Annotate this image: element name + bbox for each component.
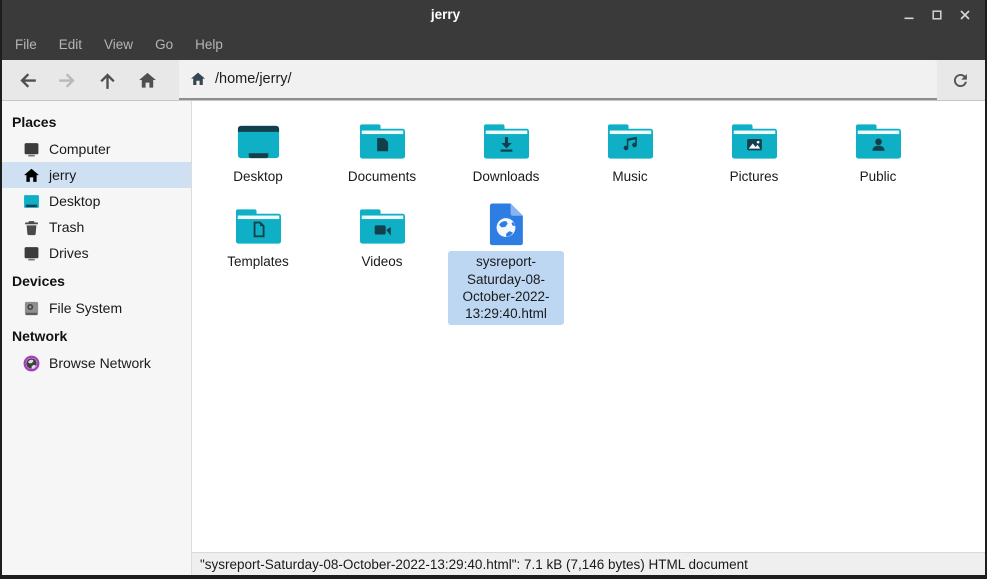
file-item-sysreport-saturday-08-october-2022-13-29[interactable]: sysreport-Saturday-08-October-2022-13:29… xyxy=(444,195,568,325)
up-button[interactable] xyxy=(89,63,125,97)
statusbar-text: "sysreport-Saturday-08-October-2022-13:2… xyxy=(200,557,748,572)
html-file-icon xyxy=(488,195,525,247)
desktop-screen-icon xyxy=(23,193,40,210)
home-icon xyxy=(138,71,157,90)
minimize-button[interactable] xyxy=(895,2,923,28)
menu-item-go[interactable]: Go xyxy=(144,30,184,60)
sidebar-item-label: Browse Network xyxy=(49,355,151,371)
file-item-public[interactable]: Public xyxy=(816,110,940,188)
file-label: Documents xyxy=(342,166,422,188)
sidebar-item-label: File System xyxy=(49,300,122,316)
reload-icon xyxy=(951,71,970,90)
home-button[interactable] xyxy=(129,63,165,97)
file-manager-window: jerry FileEditViewGoHelp /home/jerry/ Pl… xyxy=(0,0,987,579)
file-label: Desktop xyxy=(227,166,289,188)
file-item-templates[interactable]: Templates xyxy=(196,195,320,325)
main-panel: Desktop Documents Downloads Music Pictur… xyxy=(192,101,985,575)
file-label: Pictures xyxy=(724,166,785,188)
folder-downloads-icon xyxy=(483,110,530,162)
network-globe-icon xyxy=(23,355,40,372)
home-icon xyxy=(190,71,206,87)
file-item-music[interactable]: Music xyxy=(568,110,692,188)
file-item-pictures[interactable]: Pictures xyxy=(692,110,816,188)
file-label: sysreport-Saturday-08-October-2022-13:29… xyxy=(448,251,564,325)
reload-button[interactable] xyxy=(943,63,977,97)
sidebar-item-file-system[interactable]: File System xyxy=(2,295,191,321)
folder-documents-icon xyxy=(359,110,406,162)
sidebar-item-browse-network[interactable]: Browse Network xyxy=(2,350,191,376)
folder-desktop-icon xyxy=(235,110,282,162)
file-item-videos[interactable]: Videos xyxy=(320,195,444,325)
file-item-documents[interactable]: Documents xyxy=(320,110,444,188)
trash-icon xyxy=(23,219,40,236)
minimize-icon xyxy=(901,7,917,23)
statusbar: "sysreport-Saturday-08-October-2022-13:2… xyxy=(192,552,985,575)
sidebar-item-desktop[interactable]: Desktop xyxy=(2,188,191,214)
menu-item-edit[interactable]: Edit xyxy=(48,30,93,60)
filesystem-disk-icon xyxy=(23,300,40,317)
forward-button[interactable] xyxy=(49,63,85,97)
current-path: /home/jerry/ xyxy=(215,71,292,87)
file-label: Templates xyxy=(221,251,295,273)
maximize-button[interactable] xyxy=(923,2,951,28)
path-bar[interactable]: /home/jerry/ xyxy=(179,60,937,100)
sidebar-section-devices: Devices xyxy=(2,266,191,295)
drive-icon xyxy=(23,245,40,262)
sidebar-item-label: Desktop xyxy=(49,193,100,209)
folder-videos-icon xyxy=(359,195,406,247)
arrow-left-icon xyxy=(18,71,37,90)
sidebar-item-trash[interactable]: Trash xyxy=(2,214,191,240)
file-label: Videos xyxy=(355,251,408,273)
arrow-right-icon xyxy=(58,71,77,90)
window-controls xyxy=(895,0,979,30)
sidebar-item-jerry[interactable]: jerry xyxy=(2,162,191,188)
close-button[interactable] xyxy=(951,2,979,28)
titlebar: jerry xyxy=(2,0,985,30)
menu-item-file[interactable]: File xyxy=(4,30,48,60)
folder-templates-icon xyxy=(235,195,282,247)
file-item-desktop[interactable]: Desktop xyxy=(196,110,320,188)
home-icon xyxy=(23,167,40,184)
sidebar-section-places: Places xyxy=(2,107,191,136)
menu-item-view[interactable]: View xyxy=(93,30,144,60)
window-body: Places Computer jerry Desktop Trash Driv… xyxy=(2,101,985,575)
file-grid: Desktop Documents Downloads Music Pictur… xyxy=(192,101,985,552)
file-label: Public xyxy=(854,166,903,188)
back-button[interactable] xyxy=(9,63,45,97)
sidebar: Places Computer jerry Desktop Trash Driv… xyxy=(2,101,192,575)
sidebar-item-label: Drives xyxy=(49,245,89,261)
menu-item-help[interactable]: Help xyxy=(184,30,234,60)
close-icon xyxy=(957,7,973,23)
computer-icon xyxy=(23,141,40,158)
file-label: Downloads xyxy=(467,166,546,188)
arrow-up-icon xyxy=(98,71,117,90)
toolbar: /home/jerry/ xyxy=(2,60,985,101)
sidebar-item-label: Trash xyxy=(49,219,84,235)
menubar: FileEditViewGoHelp xyxy=(2,30,985,60)
sidebar-section-network: Network xyxy=(2,321,191,350)
folder-music-icon xyxy=(607,110,654,162)
sidebar-item-label: jerry xyxy=(49,167,76,183)
window-title: jerry xyxy=(2,0,889,30)
file-item-downloads[interactable]: Downloads xyxy=(444,110,568,188)
sidebar-item-drives[interactable]: Drives xyxy=(2,240,191,266)
sidebar-item-computer[interactable]: Computer xyxy=(2,136,191,162)
folder-public-icon xyxy=(855,110,902,162)
file-label: Music xyxy=(606,166,653,188)
folder-pictures-icon xyxy=(731,110,778,162)
sidebar-item-label: Computer xyxy=(49,141,110,157)
maximize-icon xyxy=(929,7,945,23)
